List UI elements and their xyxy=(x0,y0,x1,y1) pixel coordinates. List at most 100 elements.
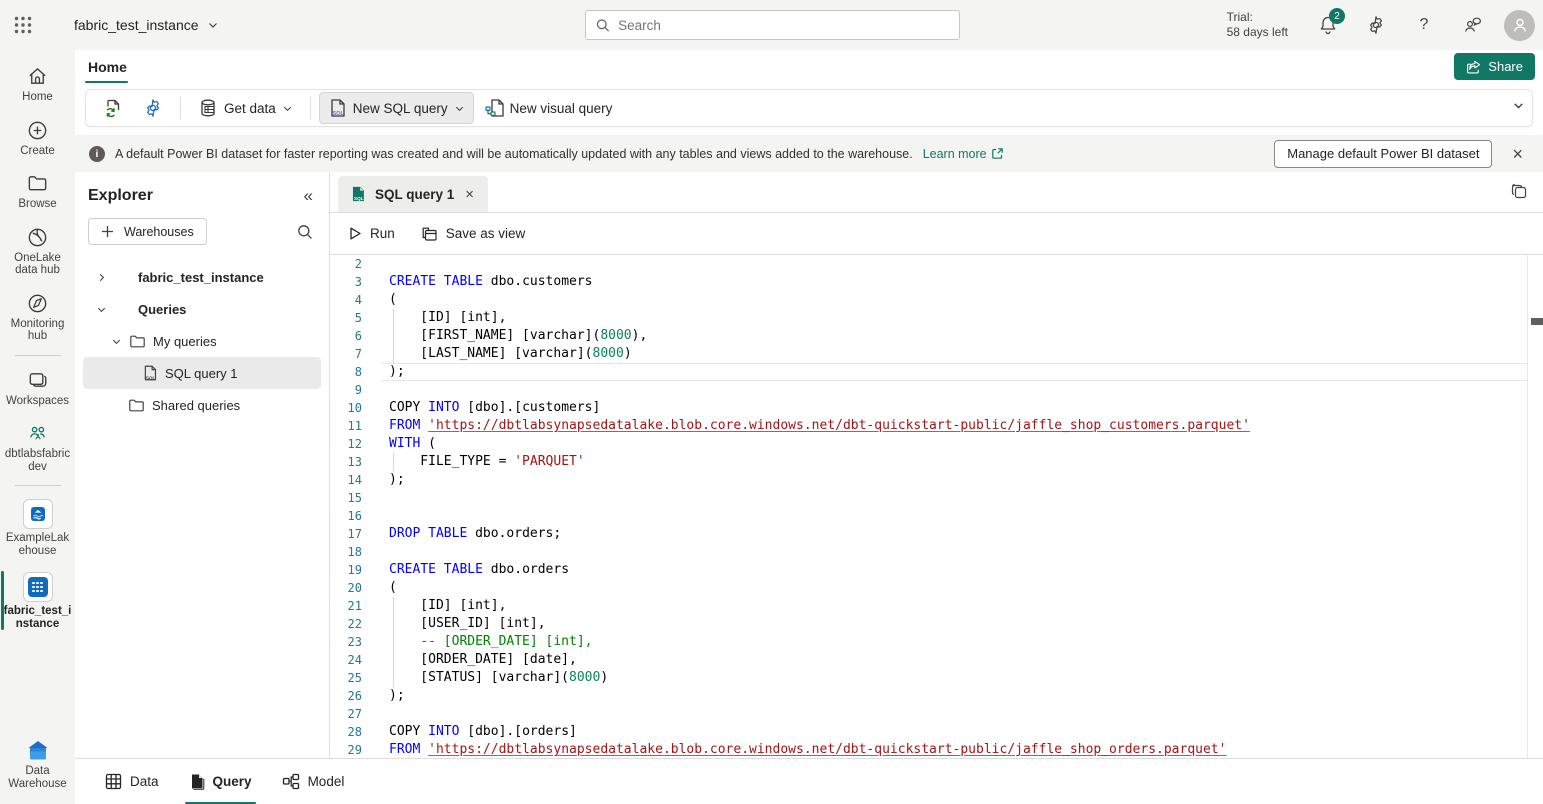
indent-guide xyxy=(393,327,394,345)
banner-close-icon[interactable]: × xyxy=(1506,143,1529,165)
tree-item-my-queries[interactable]: My queries xyxy=(83,325,321,357)
tab-data[interactable]: Data xyxy=(95,759,169,804)
code-line[interactable]: 5 [ID] [int], xyxy=(330,309,1543,327)
search-input[interactable] xyxy=(618,18,949,33)
chevron-down-icon xyxy=(1512,99,1525,112)
code-line[interactable]: 13 FILE_TYPE = 'PARQUET' xyxy=(330,453,1543,471)
bottom-view-switcher: Data Query Model xyxy=(75,758,1543,804)
code-line[interactable]: 21 [ID] [int], xyxy=(330,597,1543,615)
code-line[interactable]: 6 [FIRST_NAME] [varchar](8000), xyxy=(330,327,1543,345)
share-button[interactable]: Share xyxy=(1454,53,1535,80)
banner-text: A default Power BI dataset for faster re… xyxy=(115,147,913,161)
code-line[interactable]: 7 [LAST_NAME] [varchar](8000) xyxy=(330,345,1543,363)
refresh-semantic-model-button[interactable] xyxy=(94,92,132,124)
help-icon: ? xyxy=(1420,16,1429,34)
code-line[interactable]: 2 xyxy=(330,255,1543,273)
tab-sql-query-1[interactable]: SQL SQL query 1 × xyxy=(338,176,488,212)
line-number: 21 xyxy=(330,599,362,613)
rail-divider xyxy=(15,355,61,356)
code-line[interactable]: 16 xyxy=(330,507,1543,525)
feedback-button[interactable] xyxy=(1450,3,1494,47)
workspace-switcher[interactable]: fabric_test_instance xyxy=(74,17,219,33)
chevron-down-icon xyxy=(454,103,465,114)
tree-item-fabric-test-instance[interactable]: fabric_test_instance xyxy=(83,261,321,293)
code-line[interactable]: 11FROM 'https://dbtlabsynapsedatalake.bl… xyxy=(330,417,1543,435)
code-line[interactable]: 18 xyxy=(330,543,1543,561)
editor-scroll-marker[interactable] xyxy=(1531,318,1543,325)
code-line[interactable]: 15 xyxy=(330,489,1543,507)
code-line[interactable]: 8); xyxy=(330,363,1543,381)
new-sql-query-button[interactable]: SQL New SQL query xyxy=(319,92,474,124)
code-line[interactable]: 28COPY INTO [dbo].[orders] xyxy=(330,723,1543,741)
rail-item-create[interactable]: Create xyxy=(0,112,75,164)
learn-more-link[interactable]: Learn more xyxy=(923,147,1004,161)
global-search[interactable] xyxy=(585,10,960,40)
copy-icon[interactable] xyxy=(1510,182,1529,201)
code-line[interactable]: 20( xyxy=(330,579,1543,597)
database-icon xyxy=(198,98,218,118)
tree-item-sql-query-1[interactable]: SQL SQL query 1 xyxy=(83,357,321,389)
sql-editor[interactable]: 23CREATE TABLE dbo.customers4(5 [ID] [in… xyxy=(330,255,1543,758)
nav-rail: Home Create Browse OneLake data hub Moni… xyxy=(0,50,75,804)
notifications-button[interactable]: 2 xyxy=(1306,3,1350,47)
query-toolbar: Run Save as view xyxy=(330,213,1543,255)
settings-button[interactable] xyxy=(1354,3,1398,47)
search-icon[interactable] xyxy=(297,224,313,240)
toolbar-divider xyxy=(310,97,311,119)
rail-item-workspace-dbtlabsfabricdev[interactable]: dbtlabsfabricdev xyxy=(0,415,75,479)
line-number: 16 xyxy=(330,509,362,523)
new-visual-query-button[interactable]: New visual query xyxy=(476,92,622,124)
tree-item-shared-queries[interactable]: Shared queries xyxy=(83,389,321,421)
code-line[interactable]: 10COPY INTO [dbo].[customers] xyxy=(330,399,1543,417)
monitoring-icon xyxy=(26,292,49,315)
explorer-title: Explorer xyxy=(88,187,153,205)
tab-model[interactable]: Model xyxy=(272,759,355,804)
manage-default-dataset-button[interactable]: Manage default Power BI dataset xyxy=(1274,140,1492,168)
plus-icon xyxy=(101,225,114,238)
rail-item-examplelakehouse[interactable]: ExampleLakehouse xyxy=(0,492,75,563)
gear-blue-icon xyxy=(143,98,163,118)
tab-query[interactable]: Query xyxy=(179,759,262,804)
model-diagram-icon xyxy=(282,773,300,790)
rail-item-onelake-data-hub[interactable]: OneLake data hub xyxy=(0,219,75,283)
tab-home[interactable]: Home xyxy=(85,50,130,83)
settings-warehouse-button[interactable] xyxy=(134,92,172,124)
close-tab-icon[interactable]: × xyxy=(463,186,476,203)
code-line[interactable]: 19CREATE TABLE dbo.orders xyxy=(330,561,1543,579)
help-button[interactable]: ? xyxy=(1402,3,1446,47)
code-line[interactable]: 26); xyxy=(330,687,1543,705)
save-as-view-button[interactable]: Save as view xyxy=(421,226,526,242)
code-line[interactable]: 12WITH ( xyxy=(330,435,1543,453)
code-line[interactable]: 25 [STATUS] [varchar](8000) xyxy=(330,669,1543,687)
rail-item-workspaces[interactable]: Workspaces xyxy=(0,362,75,414)
app-launcher-icon[interactable] xyxy=(0,0,46,50)
rail-item-monitoring-hub[interactable]: Monitoring hub xyxy=(0,285,75,349)
current-line-highlight xyxy=(381,363,1528,381)
collapse-panel-icon[interactable]: « xyxy=(304,186,313,206)
code-line[interactable]: 24 [ORDER_DATE] [date], xyxy=(330,651,1543,669)
rail-item-browse[interactable]: Browse xyxy=(0,165,75,217)
code-line[interactable]: 23 -- [ORDER_DATE] [int], xyxy=(330,633,1543,651)
code-line[interactable]: 3CREATE TABLE dbo.customers xyxy=(330,273,1543,291)
feedback-icon xyxy=(1462,15,1483,35)
code-line[interactable]: 17DROP TABLE dbo.orders; xyxy=(330,525,1543,543)
code-line[interactable]: 9 xyxy=(330,381,1543,399)
code-line[interactable]: 27 xyxy=(330,705,1543,723)
workspace-name: fabric_test_instance xyxy=(74,17,199,33)
run-button[interactable]: Run xyxy=(348,226,395,241)
code-line[interactable]: 4( xyxy=(330,291,1543,309)
tree-item-queries[interactable]: Queries xyxy=(83,293,321,325)
rail-item-home[interactable]: Home xyxy=(0,58,75,110)
visual-query-icon xyxy=(485,98,504,118)
rail-item-fabric-test-instance[interactable]: fabric_test_instance xyxy=(0,565,75,636)
toolbar-expand-chevron[interactable] xyxy=(1512,99,1525,112)
code-line[interactable]: 22 [USER_ID] [int], xyxy=(330,615,1543,633)
code-line[interactable]: 14); xyxy=(330,471,1543,489)
editor-scrollbar[interactable] xyxy=(1527,255,1528,758)
add-warehouses-button[interactable]: Warehouses xyxy=(88,218,207,245)
get-data-button[interactable]: Get data xyxy=(189,92,302,124)
rail-item-data-warehouse[interactable]: Data Warehouse xyxy=(0,731,75,796)
refresh-doc-icon xyxy=(103,98,123,118)
code-line[interactable]: 29FROM 'https://dbtlabsynapsedatalake.bl… xyxy=(330,741,1543,758)
avatar[interactable] xyxy=(1504,10,1535,41)
